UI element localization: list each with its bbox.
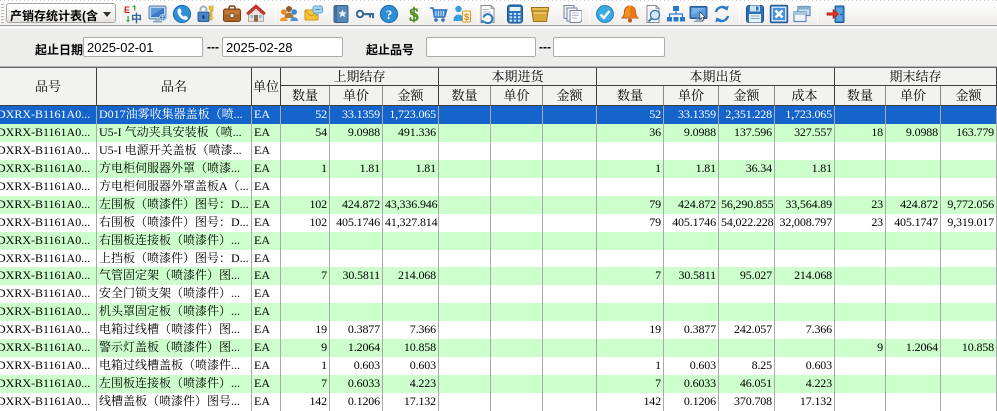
svg-text:?: ? [386,7,393,22]
svg-text:E: E [124,5,130,15]
svg-text:$: $ [409,5,419,24]
svg-text:中: 中 [131,10,142,24]
svg-text:$: $ [464,12,470,23]
